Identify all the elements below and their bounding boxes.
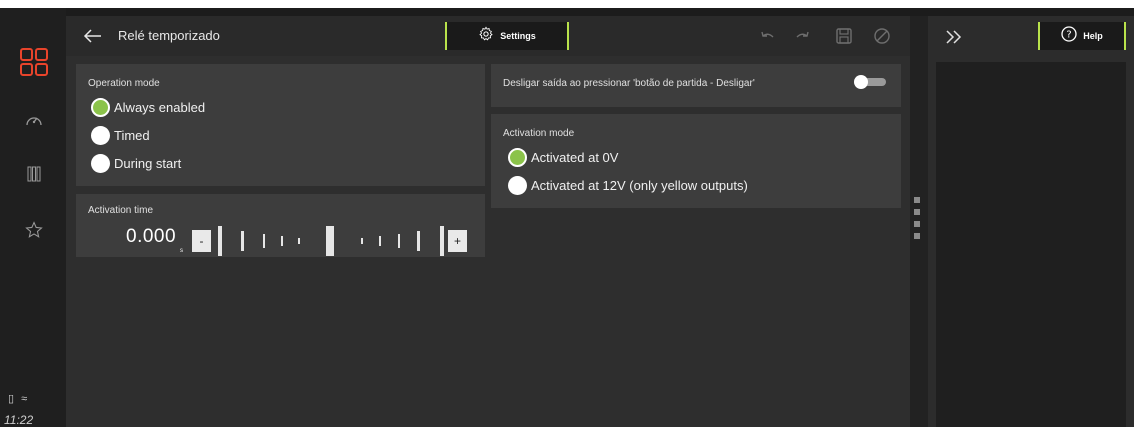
switch-off-toggle[interactable] <box>854 75 886 89</box>
slider-tick <box>326 226 334 256</box>
slider-tick <box>241 231 244 251</box>
radio-unchecked-icon <box>508 176 527 195</box>
radio-label: Timed <box>114 128 150 143</box>
splitter-grip <box>914 221 920 227</box>
operation-mode-label: Operation mode <box>88 78 160 89</box>
wifi-icon: ≈ <box>21 393 28 405</box>
radio-label: Activated at 0V <box>531 150 619 165</box>
radio-checked-icon <box>508 148 527 167</box>
favorites-star-icon[interactable] <box>18 214 50 246</box>
screen: ▯ ≈ 11:22 Relé temporizado Settings Oper… <box>0 8 1134 427</box>
tab-settings-label: Settings <box>500 31 536 41</box>
activation-time-label: Activation time <box>88 205 154 216</box>
splitter-grip <box>914 233 920 239</box>
radio-during-start[interactable]: During start <box>91 154 181 173</box>
clock: 11:22 <box>4 413 34 427</box>
help-question-icon: ? <box>1061 25 1077 47</box>
main-panel: Relé temporizado Settings Operation mode… <box>66 16 910 427</box>
radio-label: Activated at 12V (only yellow outputs) <box>531 178 748 193</box>
svg-text:?: ? <box>1067 29 1072 40</box>
slider-tick <box>298 238 300 244</box>
slider-tick <box>263 234 265 248</box>
radio-timed[interactable]: Timed <box>91 126 150 145</box>
status-icons: ▯ ≈ <box>8 392 27 405</box>
tab-help[interactable]: ? Help <box>1038 22 1126 50</box>
left-rail: ▯ ≈ 11:22 <box>0 8 66 427</box>
panel-splitter[interactable] <box>910 16 928 427</box>
columns-icon[interactable] <box>18 158 50 190</box>
battery-icon: ▯ <box>8 393 15 405</box>
double-chevron-right-icon[interactable] <box>944 28 964 46</box>
slider-tick <box>379 236 381 246</box>
radio-activated-12v[interactable]: Activated at 12V (only yellow outputs) <box>508 176 748 195</box>
slider-tick <box>417 231 420 251</box>
help-content-area <box>936 62 1126 427</box>
help-panel: ? Help <box>928 16 1134 427</box>
radio-label: Always enabled <box>114 100 206 115</box>
dashboard-gauge-icon[interactable] <box>18 104 50 136</box>
slider-tick <box>218 226 222 256</box>
activation-mode-label: Activation mode <box>503 128 575 139</box>
back-arrow-icon[interactable] <box>82 25 104 47</box>
time-unit: s <box>180 248 183 254</box>
splitter-grip <box>914 197 920 203</box>
app-header: Relé temporizado Settings <box>66 16 910 56</box>
slider-tick <box>281 236 283 246</box>
decrement-button[interactable]: - <box>192 230 211 252</box>
page-title: Relé temporizado <box>118 28 220 43</box>
tab-settings[interactable]: Settings <box>445 22 569 50</box>
cancel-icon[interactable] <box>872 26 892 46</box>
slider-tick <box>440 226 444 256</box>
slider-tick <box>361 238 363 244</box>
switch-off-card: Desligar saída ao pressionar 'botão de p… <box>491 64 901 107</box>
splitter-grip <box>914 209 920 215</box>
increment-button[interactable]: + <box>448 230 467 252</box>
activation-mode-card: Activation mode Activated at 0V Activate… <box>491 114 901 208</box>
radio-unchecked-icon <box>91 126 110 145</box>
tab-help-label: Help <box>1083 31 1103 41</box>
radio-unchecked-icon <box>91 154 110 173</box>
undo-icon[interactable] <box>758 26 778 46</box>
gear-icon <box>478 26 494 47</box>
redo-icon[interactable] <box>792 26 812 46</box>
time-value: 0.000 <box>126 226 177 247</box>
radio-activated-0v[interactable]: Activated at 0V <box>508 148 618 167</box>
radio-checked-icon <box>91 98 110 117</box>
toggle-knob <box>854 75 868 89</box>
switch-off-label: Desligar saída ao pressionar 'botão de p… <box>503 78 755 89</box>
apps-grid-icon[interactable] <box>18 46 50 78</box>
operation-mode-card: Operation mode Always enabled Timed Duri… <box>76 64 485 186</box>
radio-label: During start <box>114 156 182 171</box>
activation-time-card: Activation time 0.000 s - + <box>76 194 485 257</box>
radio-always-enabled[interactable]: Always enabled <box>91 98 205 117</box>
save-icon[interactable] <box>834 26 854 46</box>
slider-tick <box>398 234 400 248</box>
